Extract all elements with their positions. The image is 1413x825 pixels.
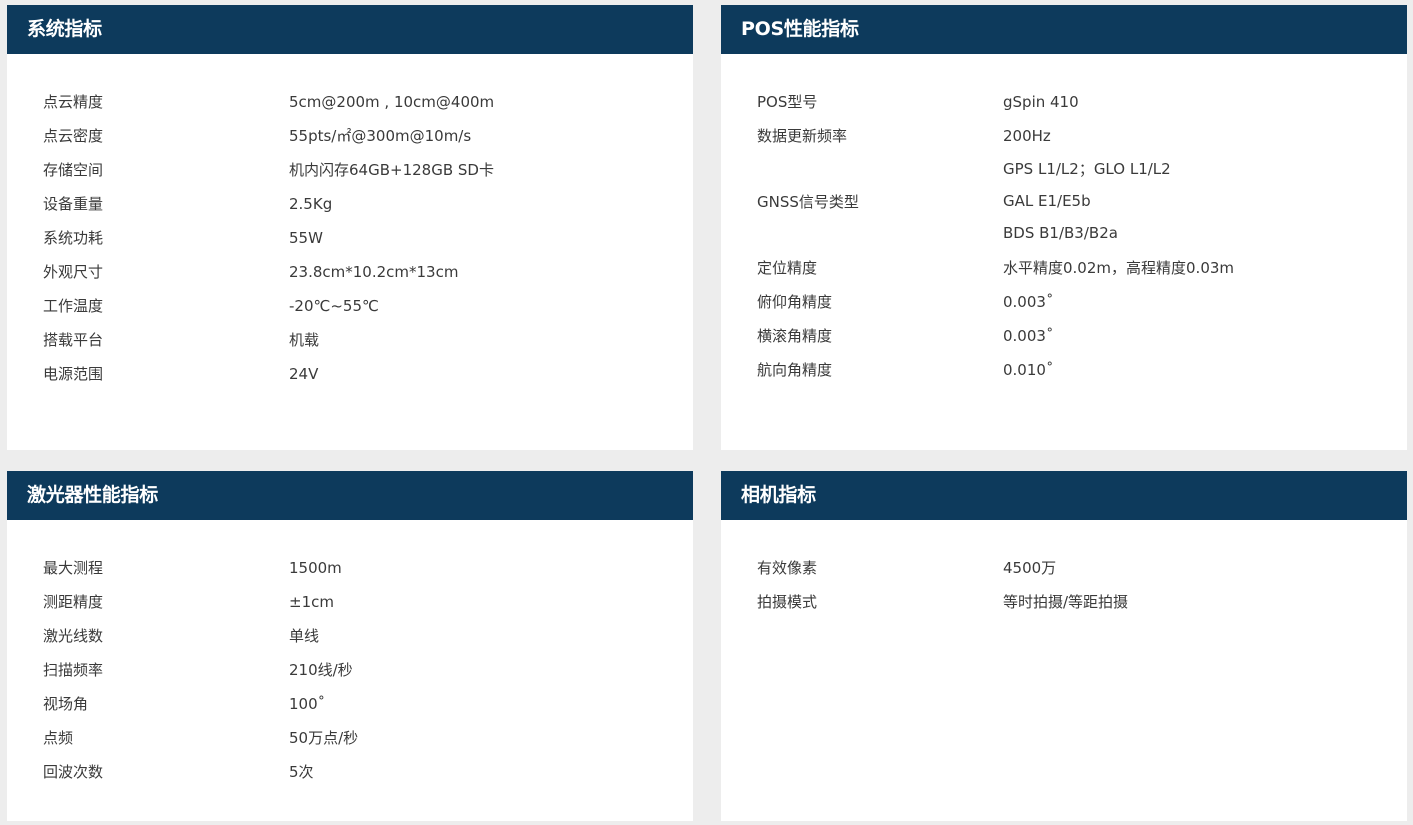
spec-value: 1500m bbox=[289, 559, 342, 577]
spec-row: 定位精度 水平精度0.02m，高程精度0.03m bbox=[721, 251, 1407, 285]
spec-value: 50万点/秒 bbox=[289, 729, 359, 747]
camera-spec-card: 相机指标 有效像素 4500万 拍摄模式 等时拍摄/等距拍摄 bbox=[721, 471, 1407, 821]
spec-label: 点频 bbox=[43, 729, 74, 747]
spec-value: 23.8cm*10.2cm*13cm bbox=[289, 263, 459, 281]
gnss-signal-line: GPS L1/L2；GLO L1/L2 bbox=[1003, 160, 1171, 178]
spec-row: 外观尺寸 23.8cm*10.2cm*13cm bbox=[7, 255, 693, 289]
spec-label: GNSS信号类型 bbox=[757, 193, 859, 211]
spec-label: 外观尺寸 bbox=[43, 263, 104, 281]
spec-label: 存储空间 bbox=[43, 161, 104, 179]
spec-value: -20℃~55℃ bbox=[289, 297, 379, 315]
spec-value: 0.010˚ bbox=[1003, 361, 1054, 379]
spec-row: 测距精度 ±1cm bbox=[7, 585, 693, 619]
spec-value: 水平精度0.02m，高程精度0.03m bbox=[1003, 259, 1235, 277]
spec-label: 激光线数 bbox=[43, 627, 104, 645]
gnss-signal-line: BDS B1/B3/B2a bbox=[1003, 224, 1118, 242]
spec-row: 航向角精度 0.010˚ bbox=[721, 353, 1407, 387]
gnss-signal-line: GAL E1/E5b bbox=[1003, 192, 1091, 210]
spec-value: 55W bbox=[289, 229, 323, 247]
spec-row: 视场角 100˚ bbox=[7, 687, 693, 721]
spec-row: 俯仰角精度 0.003˚ bbox=[721, 285, 1407, 319]
spec-label: POS型号 bbox=[757, 93, 818, 111]
spec-label: 点云精度 bbox=[43, 93, 104, 111]
spec-label: 设备重量 bbox=[43, 195, 104, 213]
spec-label: 定位精度 bbox=[757, 259, 818, 277]
spec-value: 5次 bbox=[289, 763, 314, 781]
pos-spec-card: POS性能指标 POS型号 gSpin 410 数据更新频率 200Hz GNS… bbox=[721, 5, 1407, 450]
spec-row: 电源范围 24V bbox=[7, 357, 693, 391]
laser-spec-title: 激光器性能指标 bbox=[7, 471, 693, 520]
spec-value: 200Hz bbox=[1003, 127, 1051, 145]
spec-value: 0.003˚ bbox=[1003, 293, 1054, 311]
spec-value: 210线/秒 bbox=[289, 661, 353, 679]
spec-row: 工作温度 -20℃~55℃ bbox=[7, 289, 693, 323]
spec-row: 扫描频率 210线/秒 bbox=[7, 653, 693, 687]
spec-label: 工作温度 bbox=[43, 297, 104, 315]
spec-row: POS型号 gSpin 410 bbox=[721, 85, 1407, 119]
spec-row: 横滚角精度 0.003˚ bbox=[721, 319, 1407, 353]
spec-row: 最大测程 1500m bbox=[7, 551, 693, 585]
spec-label: 航向角精度 bbox=[757, 361, 833, 379]
spec-row: 点云密度 55pts/㎡@300m@10m/s bbox=[7, 119, 693, 153]
spec-row: 激光线数 单线 bbox=[7, 619, 693, 653]
system-spec-card: 系统指标 点云精度 5cm@200m , 10cm@400m 点云密度 55pt… bbox=[7, 5, 693, 450]
spec-value: 机载 bbox=[289, 331, 320, 349]
spec-value: 55pts/㎡@300m@10m/s bbox=[289, 127, 472, 145]
spec-label: 点云密度 bbox=[43, 127, 104, 145]
spec-label: 最大测程 bbox=[43, 559, 104, 577]
spec-value: 100˚ bbox=[289, 695, 326, 713]
spec-row: 点云精度 5cm@200m , 10cm@400m bbox=[7, 85, 693, 119]
spec-row: 拍摄模式 等时拍摄/等距拍摄 bbox=[721, 585, 1407, 619]
spec-label: 回波次数 bbox=[43, 763, 104, 781]
spec-row: 系统功耗 55W bbox=[7, 221, 693, 255]
spec-row: 数据更新频率 200Hz bbox=[721, 119, 1407, 153]
spec-label: 数据更新频率 bbox=[757, 127, 848, 145]
spec-value: 单线 bbox=[289, 627, 320, 645]
spec-label: 测距精度 bbox=[43, 593, 104, 611]
spec-value: 2.5Kg bbox=[289, 195, 333, 213]
spec-label: 扫描频率 bbox=[43, 661, 104, 679]
spec-row: 设备重量 2.5Kg bbox=[7, 187, 693, 221]
spec-row: 搭载平台 机载 bbox=[7, 323, 693, 357]
spec-label: 拍摄模式 bbox=[757, 593, 818, 611]
laser-spec-card: 激光器性能指标 最大测程 1500m 测距精度 ±1cm 激光线数 单线 扫描频… bbox=[7, 471, 693, 821]
spec-row: 点频 50万点/秒 bbox=[7, 721, 693, 755]
spec-row-gnss: GNSS信号类型 GPS L1/L2；GLO L1/L2 GAL E1/E5b … bbox=[721, 153, 1407, 251]
spec-row: 存储空间 机内闪存64GB+128GB SD卡 bbox=[7, 153, 693, 187]
spec-label: 视场角 bbox=[43, 695, 89, 713]
camera-spec-title: 相机指标 bbox=[721, 471, 1407, 520]
spec-label: 有效像素 bbox=[757, 559, 818, 577]
spec-label: 电源范围 bbox=[43, 365, 104, 383]
spec-value: ±1cm bbox=[289, 593, 334, 611]
system-spec-title: 系统指标 bbox=[7, 5, 693, 54]
spec-value: 4500万 bbox=[1003, 559, 1057, 577]
spec-value: 24V bbox=[289, 365, 319, 383]
spec-value: 等时拍摄/等距拍摄 bbox=[1003, 593, 1129, 611]
spec-value: 5cm@200m , 10cm@400m bbox=[289, 93, 495, 111]
spec-label: 横滚角精度 bbox=[757, 327, 833, 345]
spec-value: 机内闪存64GB+128GB SD卡 bbox=[289, 161, 494, 179]
spec-label: 俯仰角精度 bbox=[757, 293, 833, 311]
spec-row: 有效像素 4500万 bbox=[721, 551, 1407, 585]
spec-value: 0.003˚ bbox=[1003, 327, 1054, 345]
spec-row: 回波次数 5次 bbox=[7, 755, 693, 789]
spec-label: 搭载平台 bbox=[43, 331, 104, 349]
spec-label: 系统功耗 bbox=[43, 229, 104, 247]
pos-spec-title: POS性能指标 bbox=[721, 5, 1407, 54]
spec-value: gSpin 410 bbox=[1003, 93, 1079, 111]
